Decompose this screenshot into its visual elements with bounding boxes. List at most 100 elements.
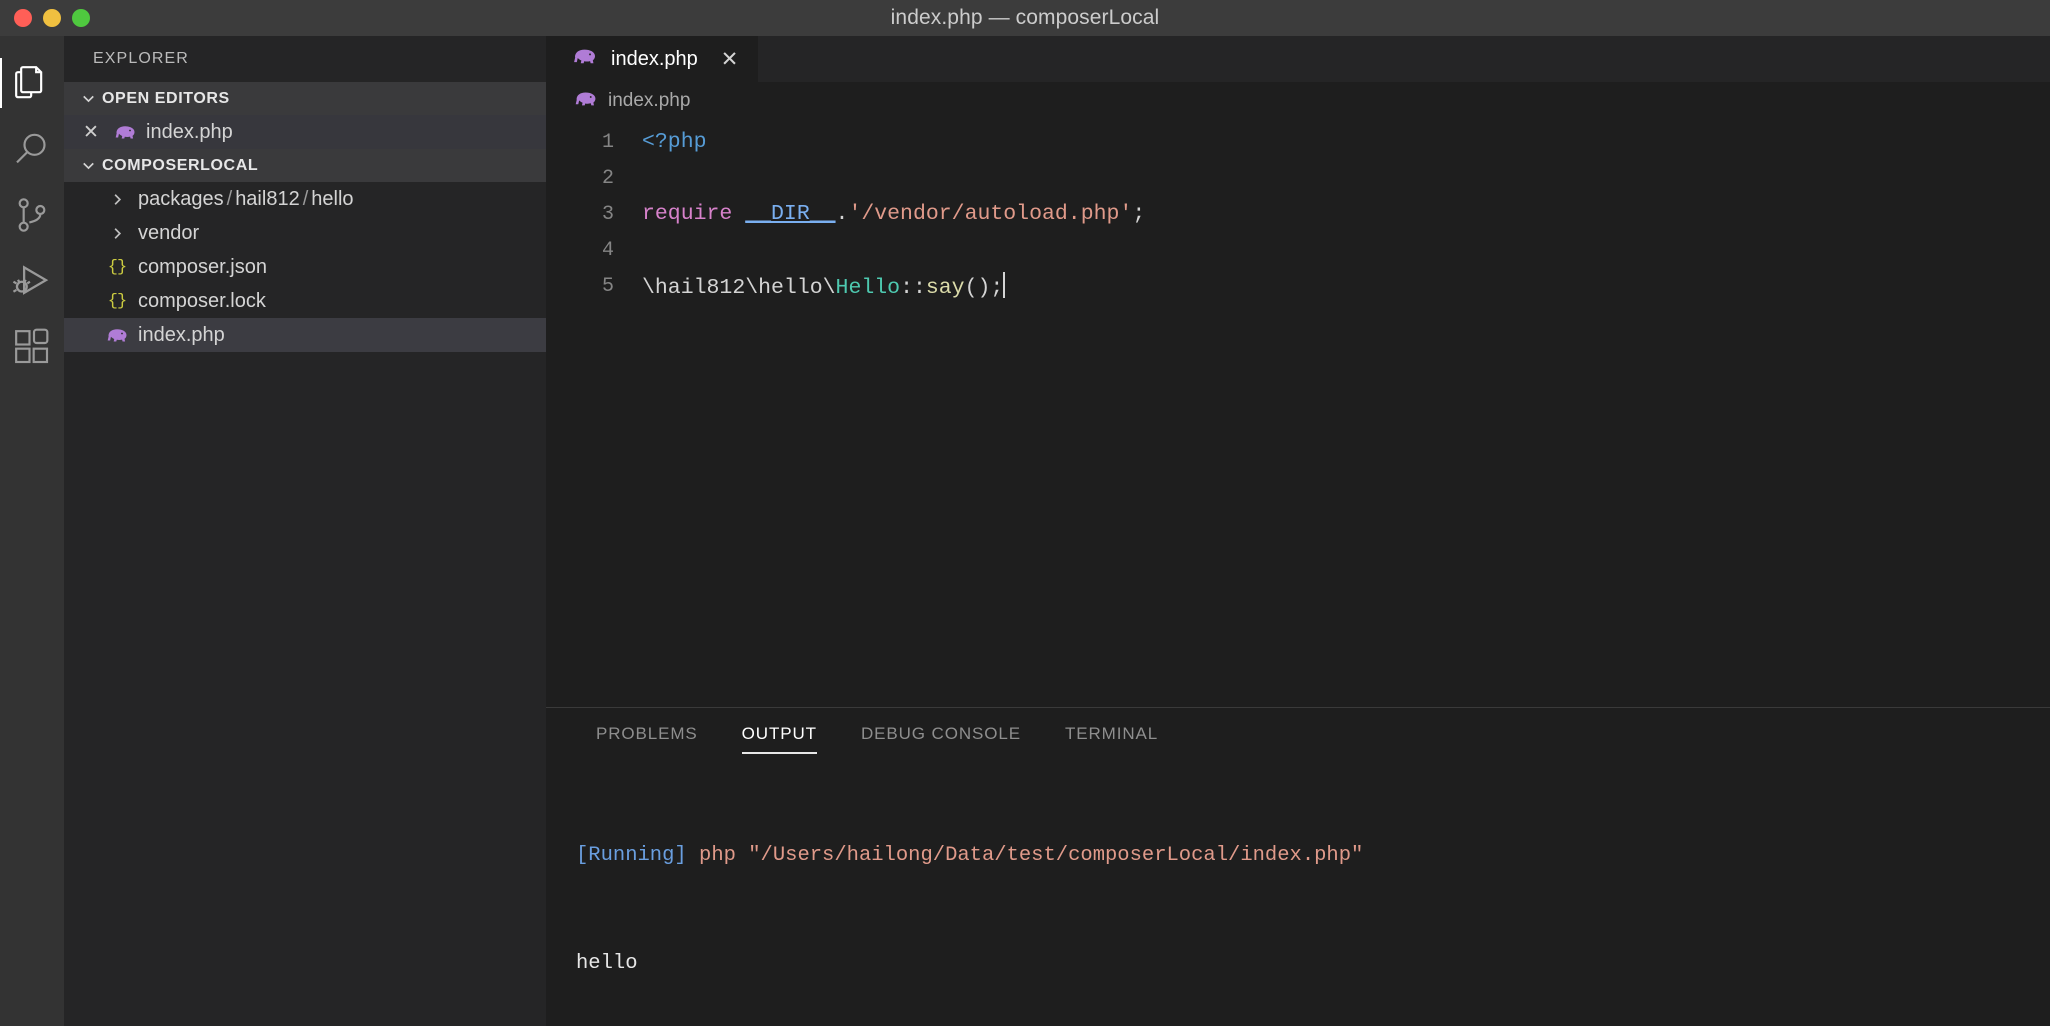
line-content: require __DIR__.'/vendor/autoload.php';: [642, 202, 1145, 226]
token-scope-resolution: ::: [900, 276, 926, 300]
section-header-open-editors[interactable]: OPEN EDITORS: [64, 82, 546, 115]
line-number: 2: [546, 167, 642, 190]
panel-tabs: PROBLEMS OUTPUT DEBUG CONSOLE TERMINAL: [546, 708, 2050, 760]
token-autoload-path-string: '/vendor/autoload.php': [848, 202, 1132, 226]
title-bar: index.php — composerLocal: [0, 0, 2050, 36]
code-line-1: 1 <?php: [546, 124, 2050, 160]
path-separator: /: [303, 188, 309, 210]
path-separator: /: [227, 188, 233, 210]
token-concat-operator: .: [836, 202, 849, 226]
search-icon: [12, 129, 52, 169]
php-elephant-glyph: [574, 89, 598, 108]
tree-item-label: composer.lock: [138, 290, 266, 313]
json-braces-glyph: {}: [108, 292, 126, 311]
line-number: 3: [546, 203, 642, 226]
open-editor-item-index-php[interactable]: ✕ index.php: [64, 115, 546, 149]
output-program-stdout: hello: [576, 952, 638, 975]
php-elephant-icon: [108, 123, 142, 141]
close-icon[interactable]: ✕: [74, 123, 108, 142]
chevron-right-icon[interactable]: [100, 224, 134, 243]
line-content: <?php: [642, 130, 707, 154]
json-icon: {}: [100, 258, 134, 277]
path-part-hello: hello: [311, 188, 353, 210]
token-call-parens-semicolon: ();: [965, 276, 1004, 300]
files-icon: [12, 62, 52, 104]
section-label-composerlocal: COMPOSERLOCAL: [102, 157, 258, 175]
panel-tab-output[interactable]: OUTPUT: [720, 708, 839, 760]
section-header-composerlocal[interactable]: COMPOSERLOCAL: [64, 149, 546, 182]
editor-tab-index-php[interactable]: index.php ✕: [546, 36, 759, 82]
editor-group: index.php ✕ index.php 1 <?php: [546, 36, 2050, 1026]
output-status-running: [Running]: [576, 844, 687, 867]
extensions-icon: [12, 327, 52, 367]
php-elephant-glyph: [572, 46, 598, 66]
chevron-down-icon: [74, 156, 102, 175]
code-line-4: 4: [546, 232, 2050, 268]
code-editor[interactable]: 1 <?php 2 3 require __DIR__.'/vendor/aut…: [546, 120, 2050, 707]
sidebar-explorer: EXPLORER OPEN EDITORS ✕: [64, 36, 546, 1026]
output-line-running: [Running] php "/Users/hailong/Data/test/…: [576, 838, 2050, 874]
json-icon: {}: [100, 292, 134, 311]
php-elephant-icon: [572, 46, 598, 72]
activity-item-run-and-debug[interactable]: [0, 248, 64, 314]
token-dir-constant: __DIR__: [745, 202, 835, 226]
activity-item-explorer[interactable]: [0, 50, 64, 116]
minimize-window-button[interactable]: [43, 9, 61, 27]
window-controls: [0, 9, 90, 27]
php-elephant-glyph: [106, 326, 129, 344]
output-line-hello: hello: [576, 946, 2050, 982]
token-php-open-tag: <?php: [642, 130, 707, 154]
close-window-button[interactable]: [14, 9, 32, 27]
breadcrumb-label: index.php: [608, 90, 690, 112]
code-line-3: 3 require __DIR__.'/vendor/autoload.php'…: [546, 196, 2050, 232]
line-content: \hail812\hello\Hello::say();: [642, 272, 1005, 300]
run-debug-icon: [11, 260, 53, 302]
editor-tabs-bar: index.php ✕: [546, 36, 2050, 82]
tree-item-composer-json[interactable]: {} composer.json: [64, 250, 546, 284]
panel-tab-terminal[interactable]: TERMINAL: [1043, 708, 1180, 760]
output-command: php: [687, 844, 749, 867]
output-console[interactable]: [Running] php "/Users/hailong/Data/test/…: [546, 760, 2050, 1026]
activity-item-extensions[interactable]: [0, 314, 64, 380]
token-method-say: say: [926, 276, 965, 300]
path-part-hail812: hail812: [235, 188, 300, 210]
activity-item-search[interactable]: [0, 116, 64, 182]
chevron-down-icon: [74, 89, 102, 108]
activity-bar: [0, 36, 64, 1026]
breadcrumb[interactable]: index.php: [546, 82, 2050, 120]
line-number: 5: [546, 275, 642, 298]
open-editor-label: index.php: [146, 121, 233, 144]
tree-item-index-php[interactable]: index.php: [64, 318, 546, 352]
output-script-path: "/Users/hailong/Data/test/composerLocal/…: [748, 844, 1363, 867]
panel-tab-problems[interactable]: PROBLEMS: [574, 708, 720, 760]
tree-item-packages-hail812-hello[interactable]: packages/hail812/hello: [64, 182, 546, 216]
php-elephant-icon: [100, 326, 134, 344]
panel-tab-debug-console[interactable]: DEBUG CONSOLE: [839, 708, 1043, 760]
tree-item-label: vendor: [138, 222, 199, 245]
json-braces-glyph: {}: [108, 258, 126, 277]
source-control-icon: [12, 195, 52, 235]
section-label-open-editors: OPEN EDITORS: [102, 90, 230, 108]
vscode-window: index.php — composerLocal: [0, 0, 2050, 1026]
token-semicolon: ;: [1132, 202, 1145, 226]
tree-item-composer-lock[interactable]: {} composer.lock: [64, 284, 546, 318]
chevron-right-icon[interactable]: [100, 190, 134, 209]
workbench-body: EXPLORER OPEN EDITORS ✕: [0, 36, 2050, 1026]
activity-item-source-control[interactable]: [0, 182, 64, 248]
close-icon[interactable]: ✕: [721, 49, 739, 70]
text-cursor: [1003, 272, 1005, 298]
window-title: index.php — composerLocal: [0, 6, 2050, 30]
tree-item-vendor[interactable]: vendor: [64, 216, 546, 250]
tree-item-label: index.php: [138, 324, 225, 347]
token-require-keyword: require: [642, 202, 745, 226]
php-elephant-icon: [574, 89, 598, 114]
bottom-panel: PROBLEMS OUTPUT DEBUG CONSOLE TERMINAL […: [546, 707, 2050, 1026]
tree-item-label: packages/hail812/hello: [138, 188, 354, 211]
php-elephant-glyph: [114, 123, 137, 141]
sidebar-title: EXPLORER: [64, 36, 546, 82]
line-number: 4: [546, 239, 642, 262]
code-line-2: 2: [546, 160, 2050, 196]
maximize-window-button[interactable]: [72, 9, 90, 27]
editor-tab-label: index.php: [611, 48, 698, 71]
tree-item-label: composer.json: [138, 256, 267, 279]
